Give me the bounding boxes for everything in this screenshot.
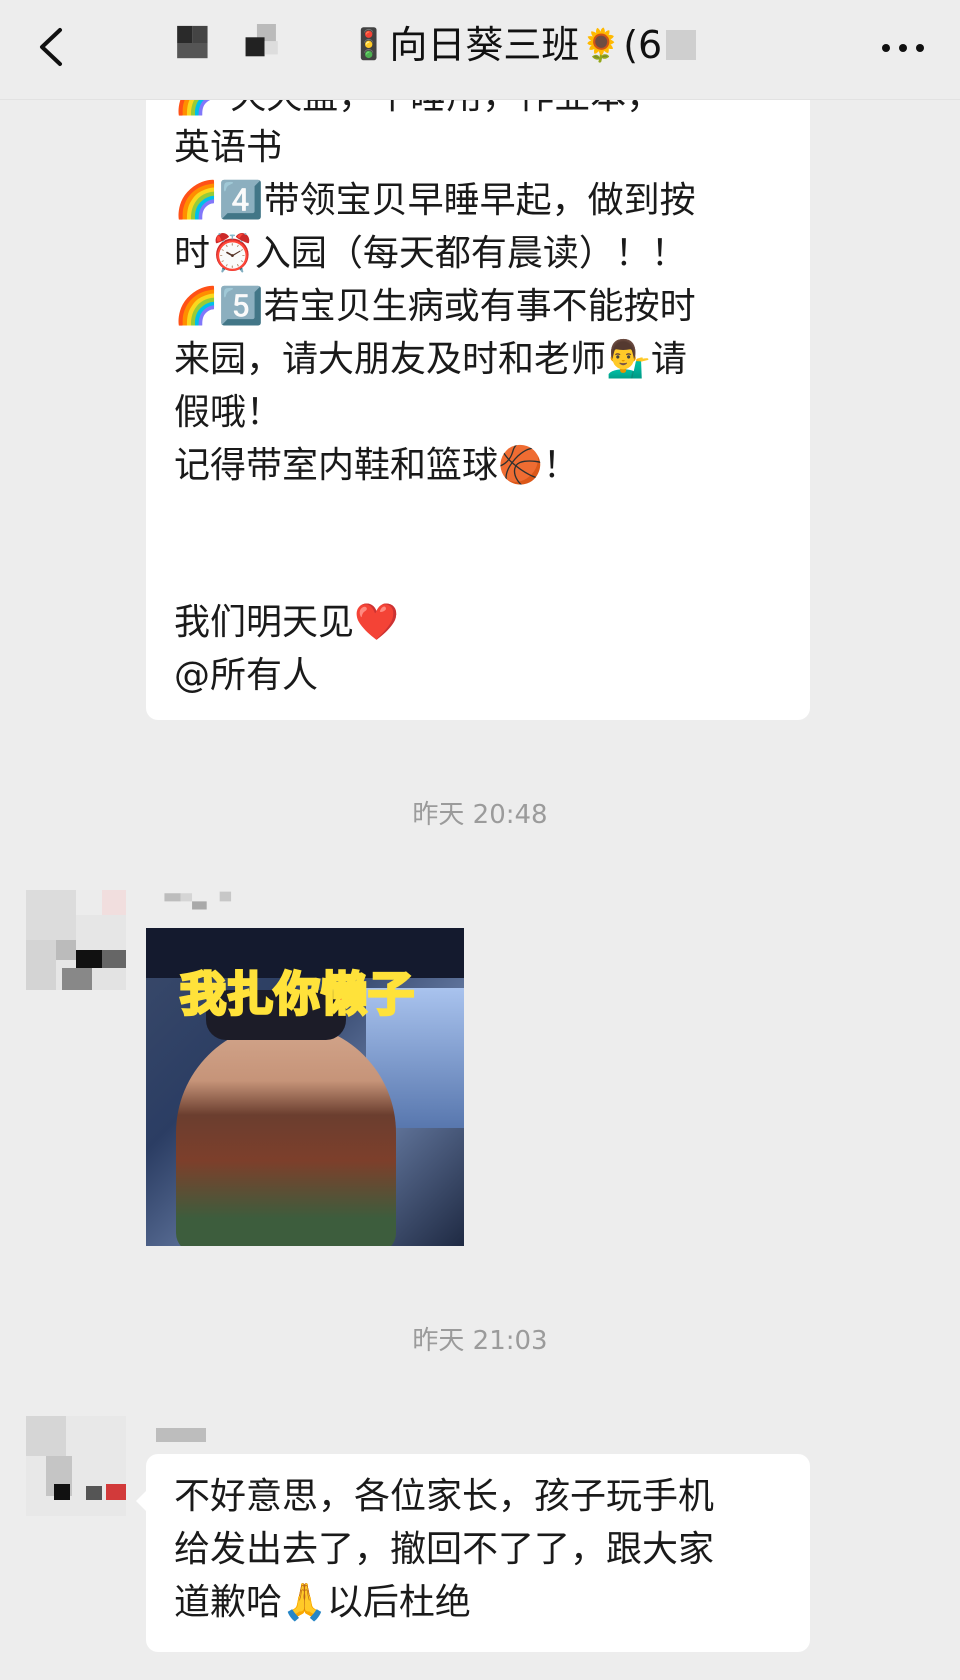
message-line: [174, 494, 782, 543]
sender-name-blur: [156, 1428, 206, 1442]
sunflower-emoji: 🌻: [581, 26, 622, 64]
group-name: 向日葵三班: [389, 23, 580, 67]
sticker-caption: 我扎你懒子: [179, 966, 416, 1023]
sender-name-blur: [164, 891, 232, 910]
message-line: 假哦！: [174, 392, 283, 433]
traffic-light-emoji: 🚦: [350, 27, 388, 62]
message-line: 🌈5️⃣若宝贝生病或有事不能按时: [174, 286, 696, 327]
message-line: 不好意思，各位家长，孩子玩手机: [174, 1476, 715, 1517]
message-line: 我们明天见❤️: [174, 602, 399, 643]
message-line: 时⏰入园（每天都有晨读）！！: [174, 233, 687, 274]
sender-avatar[interactable]: [26, 1416, 126, 1516]
mention-all[interactable]: @所有人: [174, 651, 782, 700]
more-button[interactable]: [878, 30, 928, 64]
message-line: 来园，请大朋友及时和老师💁‍♂️请: [174, 339, 687, 380]
sender-avatar[interactable]: [26, 890, 126, 990]
message-line: 英语书: [174, 127, 283, 168]
announcement-message[interactable]: 🌈 天天盖，午睡用，作业本， 英语书 🌈4️⃣带领宝贝早睡早起，做到按 时⏰入园…: [146, 70, 810, 720]
more-dot: [916, 44, 924, 52]
member-count-blur: [666, 30, 697, 60]
member-count: (6: [623, 23, 663, 67]
avatar-pixel: [102, 950, 126, 968]
avatar-pixel: [62, 968, 92, 990]
avatar-pixel: [106, 1484, 126, 1500]
chat-title[interactable]: 🚦 向日葵三班 🌻 (6: [350, 20, 697, 70]
avatar-pixel: [102, 890, 126, 915]
message-line: [174, 547, 782, 596]
timestamp: 昨天 21:03: [412, 1326, 548, 1356]
message-line: 记得带室内鞋和篮球🏀！: [174, 445, 579, 486]
message-line: 给发出去了，撤回不了了，跟大家: [174, 1529, 715, 1570]
avatar-pixel: [92, 968, 126, 990]
avatar-pixel: [26, 1416, 66, 1456]
avatar-pixel: [76, 950, 102, 968]
avatar-pixel: [26, 890, 76, 940]
message-line: 🌈4️⃣带领宝贝早睡早起，做到按: [174, 180, 696, 221]
group-avatar-blur: [177, 24, 278, 59]
timestamp: 昨天 20:48: [412, 800, 548, 830]
message-line: 道歉哈🙏以后杜绝: [174, 1582, 471, 1623]
chat-header: 🚦 向日葵三班 🌻 (6: [0, 0, 960, 100]
back-button[interactable]: [28, 22, 78, 72]
avatar-pixel: [54, 1484, 70, 1500]
more-dot: [899, 44, 907, 52]
chevron-left-icon: [40, 28, 62, 66]
avatar-pixel: [86, 1486, 102, 1500]
sticker-person: [176, 1023, 396, 1246]
avatar-pixel: [56, 940, 76, 960]
sticker-image[interactable]: 我扎你懒子: [146, 928, 464, 1246]
more-dots-icon: [882, 44, 890, 52]
avatar-pixel: [26, 940, 56, 990]
apology-message[interactable]: 不好意思，各位家长，孩子玩手机 给发出去了，撤回不了了，跟大家 道歉哈🙏以后杜绝: [146, 1454, 810, 1652]
